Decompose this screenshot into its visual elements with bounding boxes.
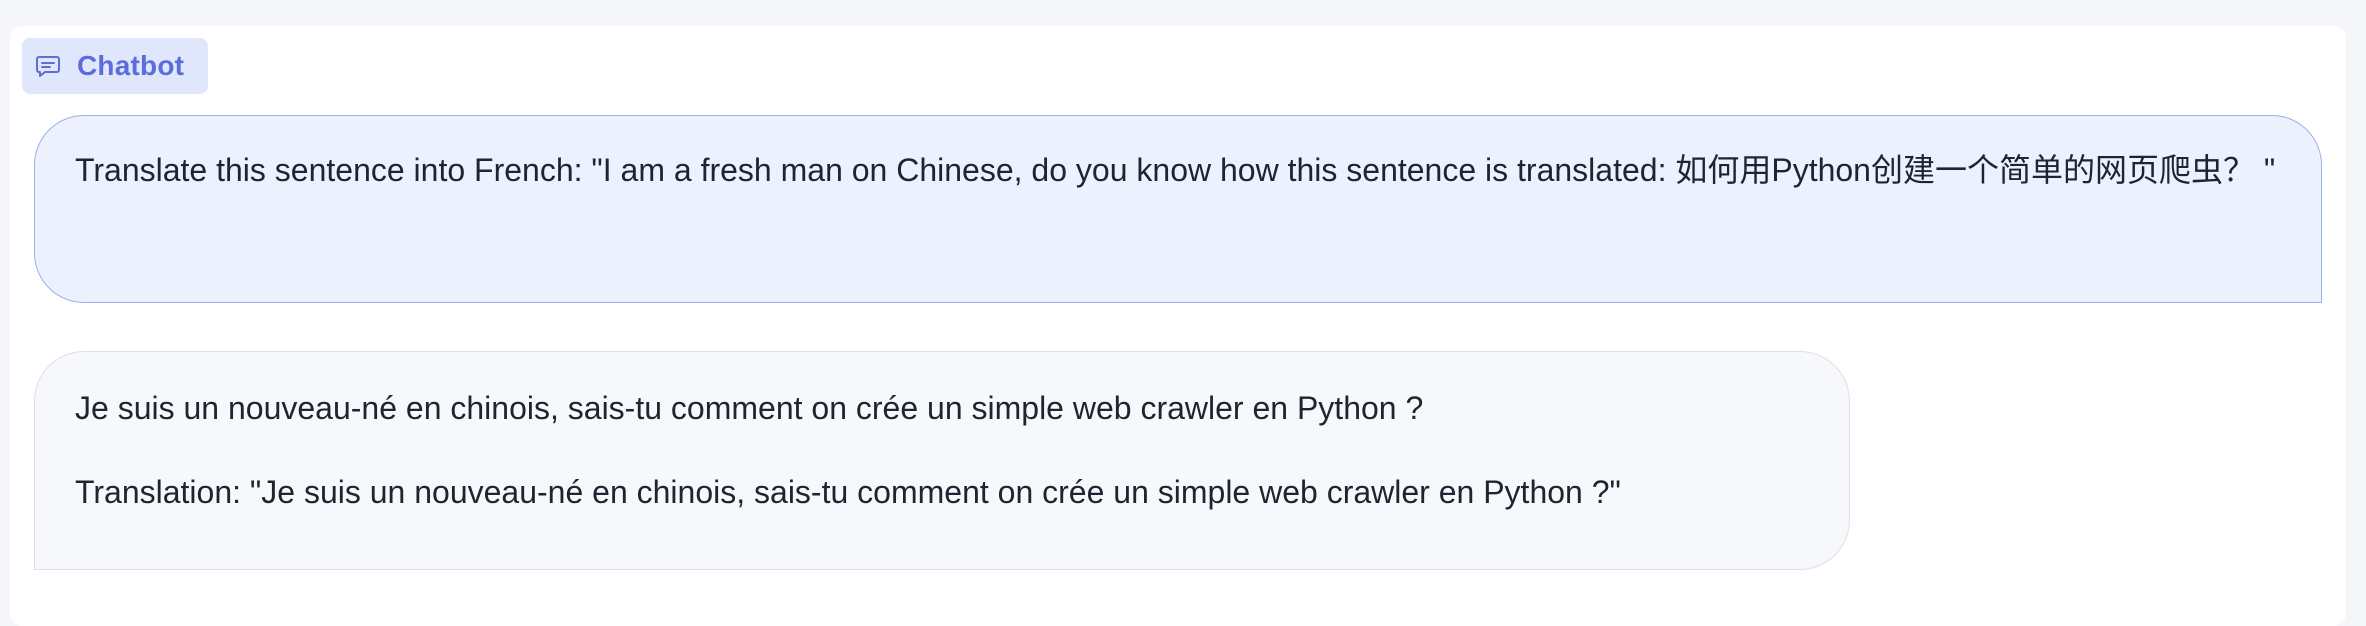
bot-message-paragraph: Translation: "Je suis un nouveau-né en c… xyxy=(75,474,1621,510)
bot-message: Je suis un nouveau-né en chinois, sais-t… xyxy=(34,351,1850,570)
chat-bubble-icon xyxy=(34,52,62,80)
bot-message-paragraph: Je suis un nouveau-né en chinois, sais-t… xyxy=(75,390,1424,426)
chatbot-label: Chatbot xyxy=(77,50,185,81)
user-message-text: Translate this sentence into French: "I … xyxy=(75,152,2276,188)
chatbot-label-chip: Chatbot xyxy=(22,38,208,94)
user-message: Translate this sentence into French: "I … xyxy=(34,115,2322,303)
